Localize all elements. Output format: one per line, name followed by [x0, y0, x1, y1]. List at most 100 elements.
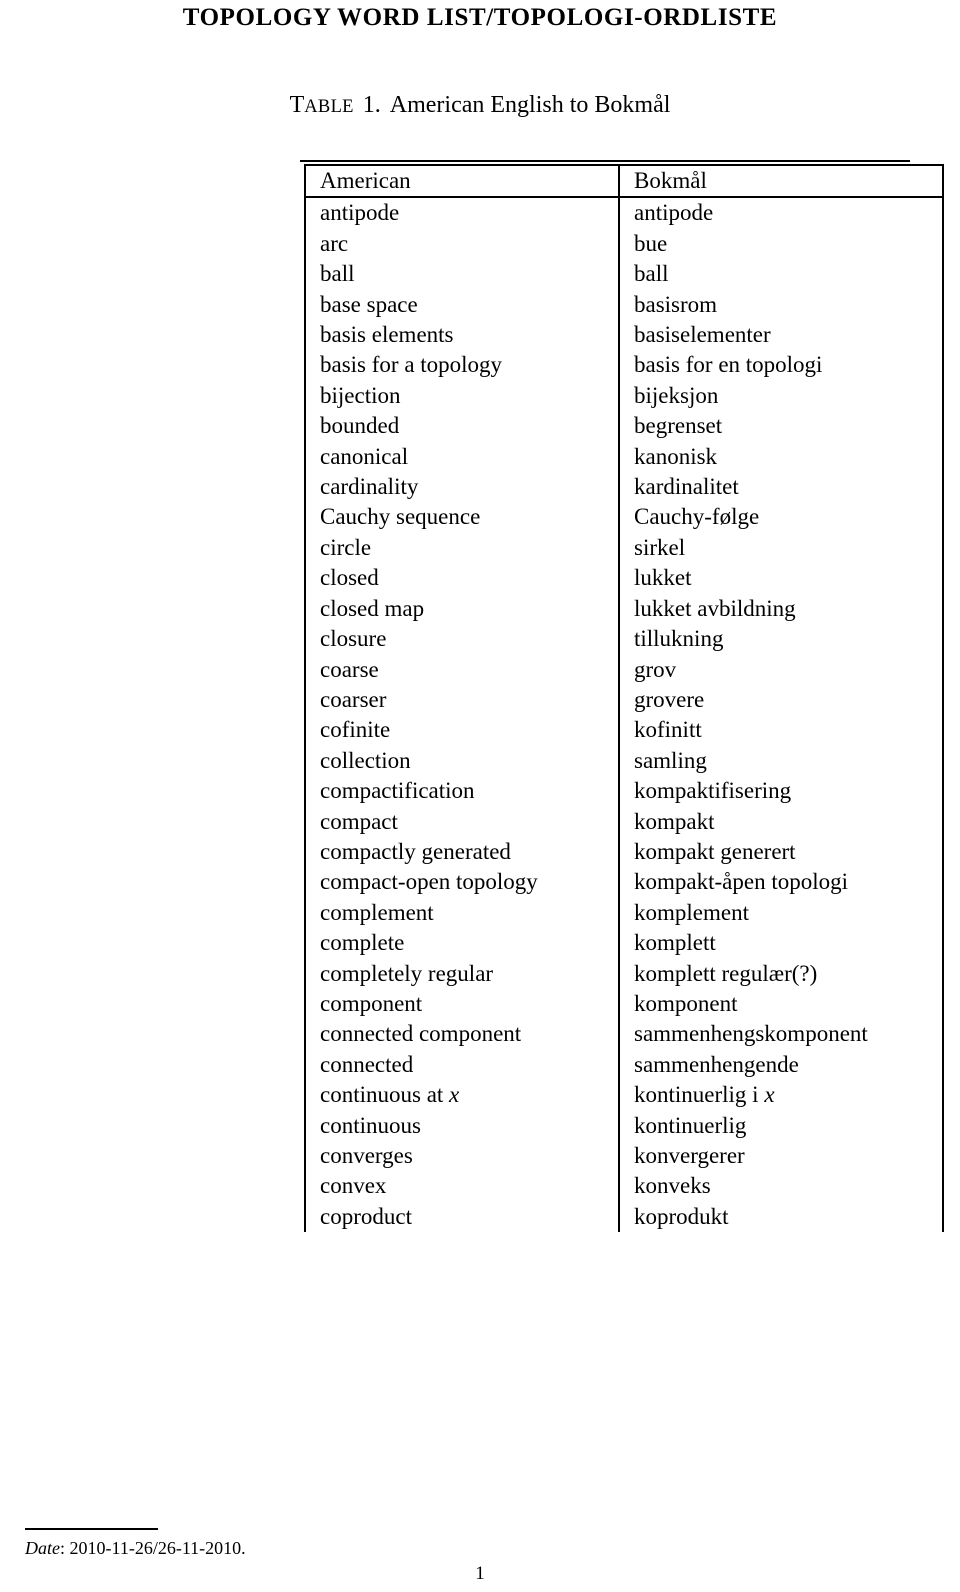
cell-american: cofinite	[304, 715, 620, 746]
table-row: bounded begrenset	[304, 411, 944, 442]
cell-american: basis elements	[304, 320, 620, 351]
cell-american: collection	[304, 745, 620, 777]
cell-bokmal: bue	[618, 228, 944, 260]
cell-bokmal: konveks	[618, 1171, 944, 1202]
cell-american: connected component	[304, 1019, 620, 1050]
cell-american: component	[304, 988, 620, 1020]
cell-bokmal: kompakt	[618, 806, 944, 837]
cell-bokmal-text: kontinuerlig i	[634, 1082, 765, 1108]
table-row: basis elements basiselementer	[304, 320, 944, 351]
cell-bokmal: kofinitt	[618, 715, 944, 746]
translation-table: American Bokmål antipode antipode arc bue ba…	[300, 160, 944, 1233]
cell-american: compact-open topology	[304, 867, 620, 898]
table-row: coarser grovere	[304, 684, 944, 716]
cell-bokmal: lukket	[618, 563, 944, 594]
table-row: arc bue	[304, 228, 944, 260]
cell-american: complement	[304, 897, 620, 929]
cell-american: circle	[304, 532, 620, 564]
math-variable: x	[449, 1082, 460, 1108]
table-row: compact-open topology kompakt-åpen topolo…	[304, 867, 944, 898]
table-row: completely regular komplett regulær(?)	[304, 958, 944, 989]
table-row: antipode antipode	[304, 197, 944, 229]
cell-bokmal: kompakt-åpen topologi	[618, 867, 944, 898]
cell-bokmal: sammenhengende	[618, 1049, 944, 1081]
cell-american: closed	[304, 563, 620, 594]
cell-american: coarse	[304, 654, 620, 685]
table-row: base space basisrom	[304, 289, 944, 321]
table-row: canonical kanonisk	[304, 441, 944, 473]
cell-bokmal: kardinalitet	[618, 472, 944, 503]
table-row: Cauchy sequence Cauchy-følge	[304, 502, 944, 533]
cell-bokmal: grov	[618, 654, 944, 685]
cell-american: convex	[304, 1171, 620, 1202]
cell-bokmal: kontinuerlig i x	[618, 1080, 944, 1111]
cell-american: bounded	[304, 411, 620, 442]
cell-american: compact	[304, 806, 620, 837]
column-header-bokmal: Bokmål	[618, 163, 944, 199]
cell-bokmal: lukket avbildning	[618, 593, 944, 625]
cell-american: compactification	[304, 776, 620, 807]
cell-american: continuous	[304, 1110, 620, 1141]
cell-american: coproduct	[304, 1201, 620, 1233]
cell-american: closure	[304, 624, 620, 655]
cell-american-text: continuous at	[320, 1082, 450, 1108]
table-row: closed map lukket avbildning	[304, 593, 944, 625]
cell-american: bijection	[304, 380, 620, 412]
cell-bokmal: bijeksjon	[618, 380, 944, 412]
cell-bokmal: ball	[618, 259, 944, 290]
table-row: compact kompakt	[304, 806, 944, 837]
table-row: connected component sammenhengskomponent	[304, 1019, 944, 1050]
cell-american: canonical	[304, 441, 620, 473]
footnote-date-label: Date	[25, 1538, 60, 1558]
table-row: closed lukket	[304, 563, 944, 594]
page-number: 1	[475, 1563, 485, 1584]
table-row: circle sirkel	[304, 532, 944, 564]
footnote-date-separator: :	[60, 1538, 70, 1558]
cell-american: ball	[304, 259, 620, 290]
table-caption-number: 1.	[362, 92, 381, 118]
cell-bokmal: komponent	[618, 988, 944, 1020]
table-row: connected sammenhengende	[304, 1049, 944, 1081]
cell-american: Cauchy sequence	[304, 502, 620, 533]
table-row: cardinality kardinalitet	[304, 472, 944, 503]
cell-bokmal: sammenhengskomponent	[618, 1019, 944, 1050]
table-row: collection samling	[304, 745, 944, 777]
cell-bokmal: begrenset	[618, 411, 944, 442]
cell-bokmal: samling	[618, 745, 944, 777]
table-row: compactification kompaktifisering	[304, 776, 944, 807]
footnote-date-value: 2010-11-26/26-11-2010.	[69, 1538, 246, 1558]
table-row: coarse grov	[304, 654, 944, 685]
cell-american: base space	[304, 289, 620, 321]
cell-american: connected	[304, 1049, 620, 1081]
footnote-date: Date: 2010-11-26/26-11-2010.	[25, 1538, 246, 1559]
cell-american: compactly generated	[304, 836, 620, 868]
table-caption-label-rest: ABLE	[304, 97, 354, 117]
cell-bokmal: antipode	[618, 197, 944, 229]
table-row: basis for a topology basis for en topolog…	[304, 350, 944, 381]
cell-bokmal: tillukning	[618, 624, 944, 655]
table-row: component komponent	[304, 988, 944, 1020]
cell-bokmal: kontinuerlig	[618, 1110, 944, 1141]
cell-american: closed map	[304, 593, 620, 625]
cell-bokmal: koprodukt	[618, 1201, 944, 1233]
footnote-rule	[25, 1528, 158, 1530]
cell-american: complete	[304, 928, 620, 959]
cell-bokmal: komplett regulær(?)	[618, 958, 944, 989]
table-header-row: American Bokmål	[304, 163, 944, 199]
cell-american: continuous at x	[304, 1080, 620, 1111]
table-row: complement komplement	[304, 897, 944, 929]
table-caption-label-lead: T	[289, 92, 305, 118]
cell-bokmal: komplement	[618, 897, 944, 929]
table-caption-text: American English to Bokmål	[389, 92, 671, 118]
cell-bokmal: kompakt generert	[618, 836, 944, 868]
cell-bokmal: basiselementer	[618, 320, 944, 351]
column-header-american: American	[304, 163, 620, 199]
table-row: compactly generated kompakt generert	[304, 836, 944, 868]
table-row: continuous at x kontinuerlig i x	[304, 1080, 944, 1111]
cell-bokmal: grovere	[618, 684, 944, 716]
table-row: closure tillukning	[304, 624, 944, 655]
table-row: bijection bijeksjon	[304, 380, 944, 412]
table-row: cofinite kofinitt	[304, 715, 944, 746]
cell-bokmal: Cauchy-følge	[618, 502, 944, 533]
cell-american: antipode	[304, 197, 620, 229]
